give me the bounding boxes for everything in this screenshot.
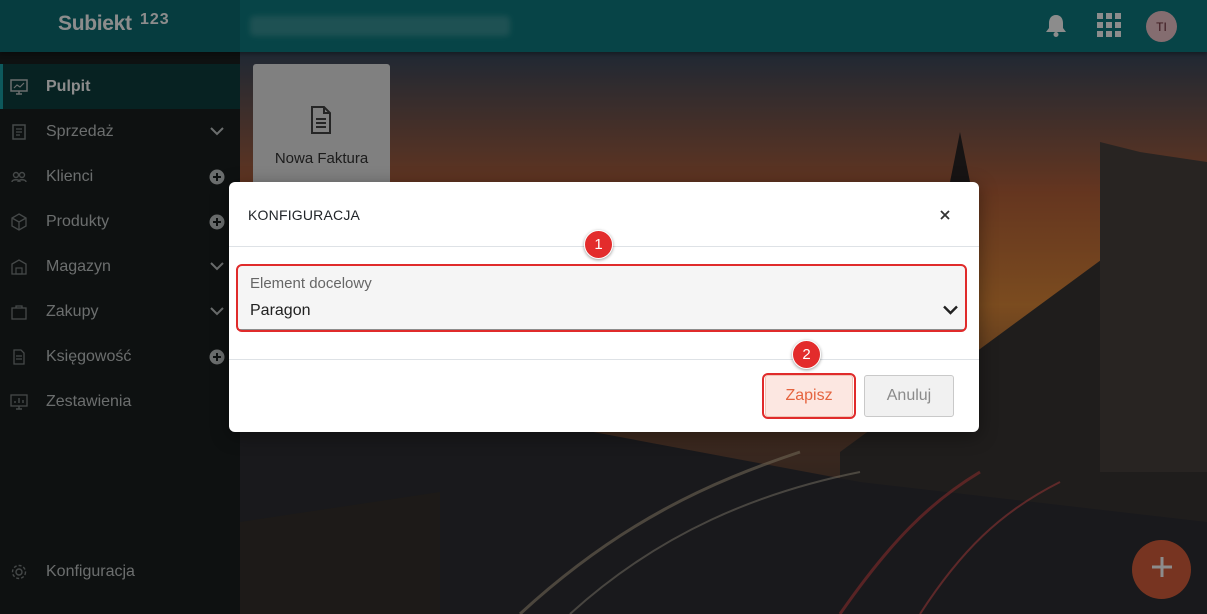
cancel-button[interactable]: Anuluj [864, 375, 954, 417]
close-icon[interactable] [934, 204, 956, 226]
dialog-title: KONFIGURACJA [248, 207, 361, 223]
highlight-box-2 [762, 373, 856, 419]
step-marker-2: 2 [792, 340, 821, 369]
dialog-footer-divider [229, 359, 979, 360]
configuration-dialog: KONFIGURACJA Element docelowy Paragon 1 … [229, 182, 979, 432]
step-marker-1: 1 [584, 230, 613, 259]
highlight-box-1 [236, 264, 967, 332]
